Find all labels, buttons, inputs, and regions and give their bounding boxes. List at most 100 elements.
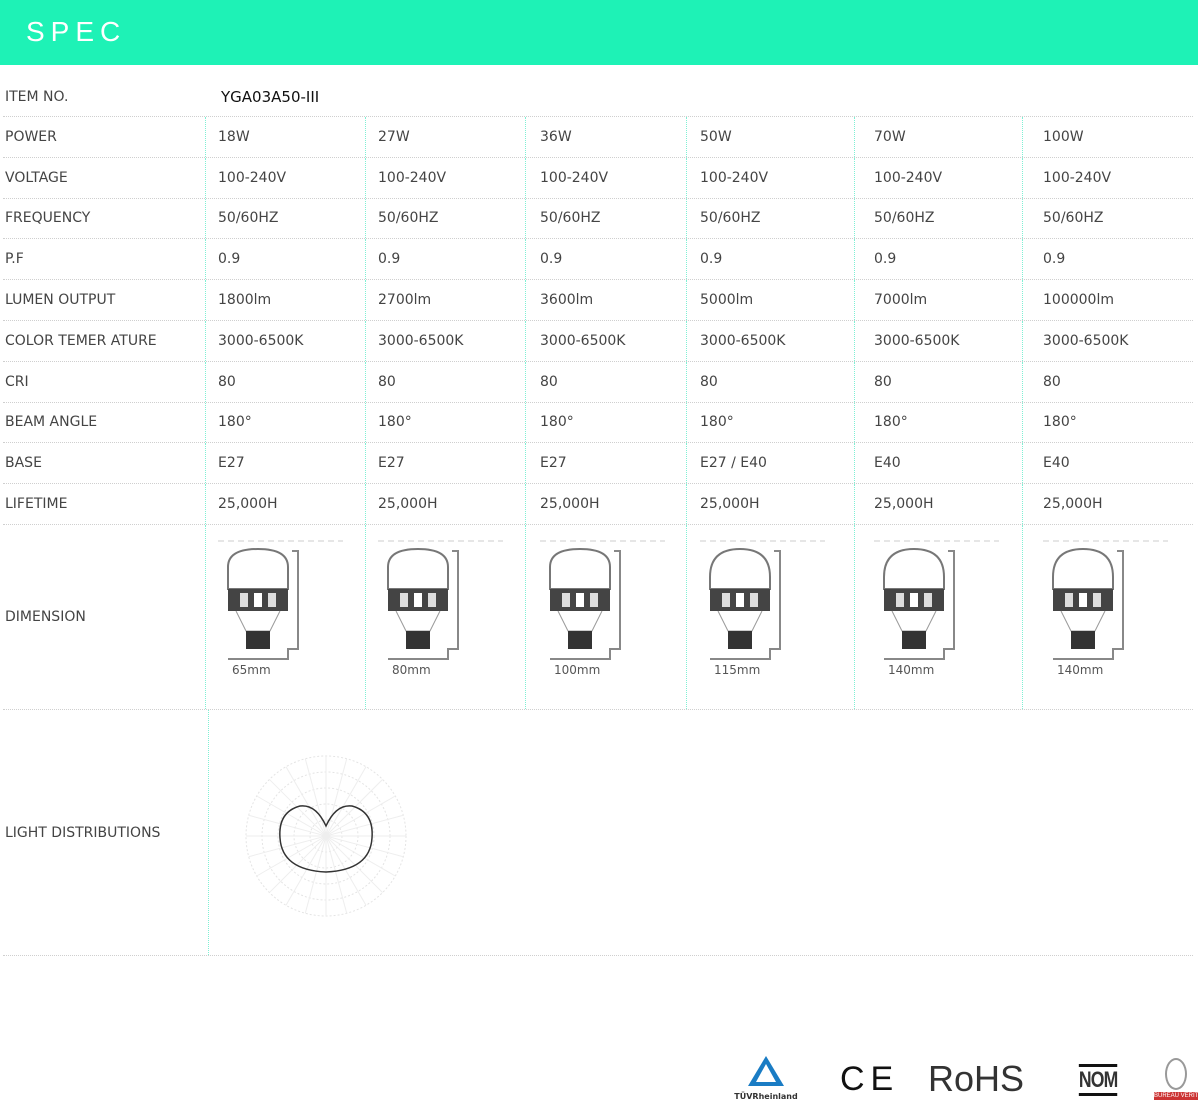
column-divider <box>1022 484 1023 524</box>
column-divider <box>525 525 526 709</box>
column-divider <box>525 361 526 402</box>
column-divider <box>205 402 206 443</box>
row-label: BEAM ANGLE <box>5 414 98 431</box>
width-label: 100mm <box>554 663 601 677</box>
spec-value: 2700lm <box>378 292 432 309</box>
row-label: COLOR TEMER ATURE <box>5 332 157 349</box>
spec-value: 25,000H <box>700 496 760 513</box>
spec-value: 0.9 <box>1043 251 1066 268</box>
column-divider <box>1022 402 1023 443</box>
spec-value: 0.9 <box>874 251 897 268</box>
spec-value: 0.9 <box>700 251 723 268</box>
spec-value: 180° <box>540 414 574 431</box>
column-divider <box>205 525 206 709</box>
nom-logo: NOM <box>1078 1064 1118 1096</box>
bulb-dimension-drawing: 80mm <box>378 537 508 687</box>
row-label: BASE <box>5 455 42 472</box>
spec-value: 3000-6500K <box>540 332 626 349</box>
spec-row: LUMEN OUTPUT 1800lm 2700lm 3600lm 5000lm 7000… <box>3 280 1193 321</box>
dimension-row: DIMENSION 65mm 80mm 100mm 115mm 140mm 14… <box>3 525 1193 710</box>
column-divider <box>686 239 687 280</box>
spec-row: COLOR TEMER ATURE 3000-6500K 3000-6500K 300… <box>3 321 1193 362</box>
spec-value: E27 <box>540 455 567 472</box>
spec-value: 0.9 <box>218 251 241 268</box>
spec-value: 7000lm <box>874 292 928 309</box>
column-divider <box>208 710 209 955</box>
column-divider <box>854 484 855 524</box>
spec-value: E40 <box>1043 455 1070 472</box>
width-label: 140mm <box>1057 663 1104 677</box>
spec-value: 36W <box>540 128 572 145</box>
tuv-rheinland-logo: TÜVRheinland <box>734 1054 798 1101</box>
width-label: 65mm <box>232 663 271 677</box>
item-no-value: YGA03A50-III <box>221 88 320 106</box>
spec-value: 80 <box>700 373 718 390</box>
polar-distribution-diagram <box>231 746 421 930</box>
column-divider <box>205 280 206 320</box>
column-divider <box>1022 157 1023 198</box>
spec-value: 100-240V <box>700 169 769 186</box>
column-divider <box>525 280 526 320</box>
spec-value: 3000-6500K <box>1043 332 1129 349</box>
spec-value: 25,000H <box>1043 496 1103 513</box>
spec-value: 100-240V <box>378 169 447 186</box>
column-divider <box>525 443 526 484</box>
column-divider <box>686 280 687 320</box>
column-divider <box>525 239 526 280</box>
column-divider <box>854 525 855 709</box>
column-divider <box>686 157 687 198</box>
column-divider <box>686 361 687 402</box>
column-divider <box>525 402 526 443</box>
bulb-dimension-drawing: 100mm <box>540 537 670 687</box>
spec-row: BEAM ANGLE 180° 180° 180° 180° 180° 180° <box>3 402 1193 444</box>
spec-value: 25,000H <box>378 496 438 513</box>
spec-row: P.F 0.9 0.9 0.9 0.9 0.9 0.9 <box>3 239 1193 281</box>
column-divider <box>1022 198 1023 239</box>
column-divider <box>525 321 526 361</box>
spec-value: 27W <box>378 128 410 145</box>
spec-value: 0.9 <box>378 251 401 268</box>
column-divider <box>365 402 366 443</box>
width-label: 80mm <box>392 663 431 677</box>
spec-value: 80 <box>218 373 236 390</box>
spec-value: 18W <box>218 128 250 145</box>
row-label: DIMENSION <box>5 609 86 625</box>
spec-value: 80 <box>1043 373 1061 390</box>
spec-row: POWER 18W 27W 36W 50W 70W 100W <box>3 117 1193 158</box>
column-divider <box>365 280 366 320</box>
column-divider <box>205 484 206 524</box>
spec-value: 180° <box>1043 414 1077 431</box>
spec-value: 50/60HZ <box>218 210 279 227</box>
header-title: SPEC <box>26 16 127 47</box>
spec-value: 3000-6500K <box>218 332 304 349</box>
column-divider <box>1022 525 1023 709</box>
spec-value: 1800lm <box>218 292 272 309</box>
column-divider <box>686 321 687 361</box>
column-divider <box>205 361 206 402</box>
column-divider <box>686 525 687 709</box>
width-label: 140mm <box>888 663 935 677</box>
column-divider <box>854 402 855 443</box>
spec-value: 25,000H <box>218 496 278 513</box>
column-divider <box>1022 321 1023 361</box>
column-divider <box>854 198 855 239</box>
column-divider <box>686 402 687 443</box>
row-label: FREQUENCY <box>5 210 91 227</box>
spec-value: 100-240V <box>218 169 287 186</box>
bulb-dimension-drawing: 65mm <box>218 537 348 687</box>
spec-value: 180° <box>218 414 252 431</box>
column-divider <box>365 117 366 157</box>
spec-value: 180° <box>700 414 734 431</box>
spec-value: 100-240V <box>540 169 609 186</box>
spec-value: 80 <box>378 373 396 390</box>
column-divider <box>854 321 855 361</box>
row-label: LIFETIME <box>5 496 68 513</box>
column-divider <box>854 239 855 280</box>
column-divider <box>205 321 206 361</box>
column-divider <box>1022 117 1023 157</box>
column-divider <box>854 443 855 484</box>
spec-value: 25,000H <box>874 496 934 513</box>
spec-row: CRI 80 80 80 80 80 80 <box>3 361 1193 403</box>
row-label: P.F <box>5 251 24 268</box>
spec-value: 3000-6500K <box>378 332 464 349</box>
